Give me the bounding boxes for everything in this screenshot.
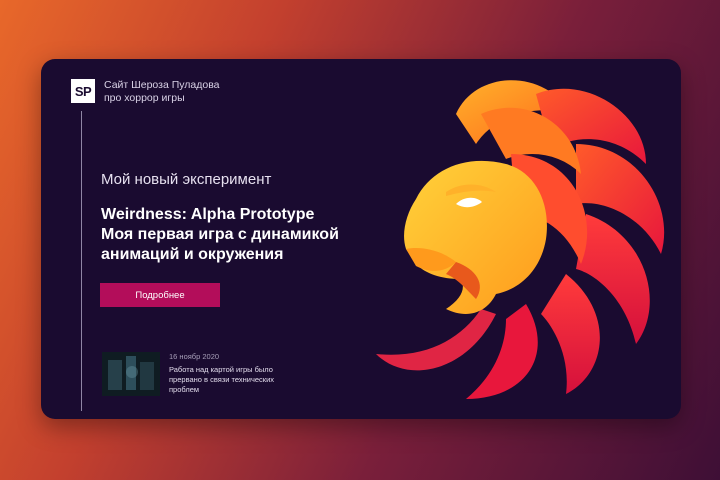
hero-title: Weirdness: Alpha Prototype Моя первая иг… <box>101 205 361 265</box>
divider-line <box>81 111 82 411</box>
site-brand-text: Сайт Шероза Пуладова про хоррор игры <box>104 79 220 105</box>
brand-line-2: про хоррор игры <box>104 92 185 104</box>
lion-illustration <box>376 80 665 399</box>
hero-subtitle: Мой новый эксперимент <box>101 171 272 188</box>
brand-line-1: Сайт Шероза Пуладова <box>104 79 220 91</box>
hero-title-line-2: Моя первая игра с динамикой <box>101 226 339 243</box>
news-text: Работа над картой игры было прервано в с… <box>169 365 275 394</box>
hero-title-line-3: анимаций и окружения <box>101 246 284 263</box>
more-button[interactable]: Подробнее <box>100 283 220 307</box>
news-thumbnail[interactable] <box>102 352 160 396</box>
news-date: 16 ноябр 2020 <box>169 352 220 361</box>
hero-title-line-1: Weirdness: Alpha Prototype <box>101 206 315 223</box>
site-logo[interactable]: SP <box>71 79 95 103</box>
hero-card: SP Сайт Шероза Пуладова про хоррор игры … <box>41 59 681 419</box>
